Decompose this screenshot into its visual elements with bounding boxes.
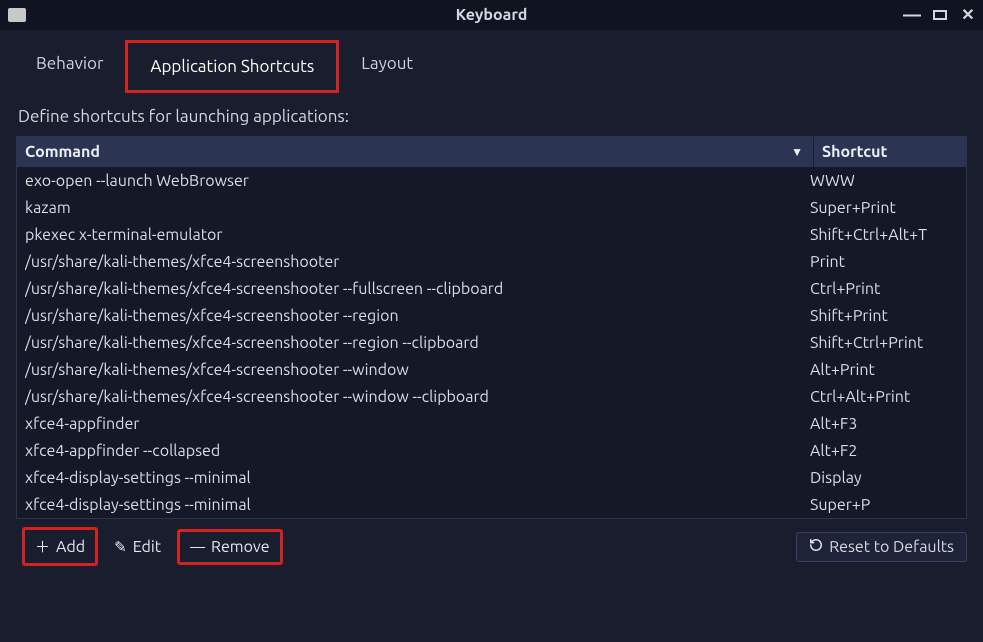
tab-behavior[interactable]: Behavior — [14, 40, 125, 93]
add-button[interactable]: ＋ Add — [22, 527, 98, 566]
command-cell: /usr/share/kali-themes/xfce4-screenshoot… — [25, 253, 810, 271]
window-control-buttons: — ✕ — [905, 8, 975, 22]
keyboard-app-icon — [8, 8, 26, 22]
shortcut-cell: Ctrl+Alt+Print — [810, 388, 958, 406]
table-row[interactable]: /usr/share/kali-themes/xfce4-screenshoot… — [17, 329, 966, 356]
command-cell: /usr/share/kali-themes/xfce4-screenshoot… — [25, 280, 810, 298]
column-header-shortcut[interactable]: Shortcut — [814, 137, 966, 167]
table-row[interactable]: /usr/share/kali-themes/xfce4-screenshoot… — [17, 275, 966, 302]
table-row[interactable]: kazamSuper+Print — [17, 194, 966, 221]
table-row[interactable]: /usr/share/kali-themes/xfce4-screenshoot… — [17, 248, 966, 275]
table-row[interactable]: /usr/share/kali-themes/xfce4-screenshoot… — [17, 356, 966, 383]
table-header: Command ▼ Shortcut — [17, 137, 966, 167]
shortcut-cell: Alt+F3 — [810, 415, 958, 433]
command-cell: exo-open --launch WebBrowser — [25, 172, 810, 190]
command-cell: kazam — [25, 199, 810, 217]
shortcut-cell: Display — [810, 469, 958, 487]
command-cell: /usr/share/kali-themes/xfce4-screenshoot… — [25, 334, 810, 352]
plus-icon: ＋ — [35, 536, 50, 557]
reset-button-label: Reset to Defaults — [829, 538, 954, 556]
table-rows: exo-open --launch WebBrowserWWWkazamSupe… — [17, 167, 966, 518]
sort-descending-icon: ▼ — [791, 145, 803, 159]
table-row[interactable]: /usr/share/kali-themes/xfce4-screenshoot… — [17, 383, 966, 410]
command-cell: /usr/share/kali-themes/xfce4-screenshoot… — [25, 388, 810, 406]
shortcut-cell: Shift+Print — [810, 307, 958, 325]
action-bar: ＋ Add ✎ Edit — Remove Reset to Defaults — [0, 519, 983, 574]
shortcut-cell: WWW — [810, 172, 958, 190]
table-row[interactable]: xfce4-appfinderAlt+F3 — [17, 410, 966, 437]
add-button-label: Add — [56, 538, 85, 556]
edit-button-label: Edit — [133, 538, 161, 556]
column-header-command[interactable]: Command ▼ — [17, 137, 814, 167]
edit-button[interactable]: ✎ Edit — [104, 532, 171, 562]
shortcut-cell: Ctrl+Print — [810, 280, 958, 298]
maximize-button[interactable] — [933, 10, 947, 20]
table-row[interactable]: /usr/share/kali-themes/xfce4-screenshoot… — [17, 302, 966, 329]
table-row[interactable]: xfce4-display-settings --minimalDisplay — [17, 464, 966, 491]
table-row[interactable]: pkexec x-terminal-emulatorShift+Ctrl+Alt… — [17, 221, 966, 248]
command-cell: xfce4-display-settings --minimal — [25, 496, 810, 514]
tab-application-shortcuts[interactable]: Application Shortcuts — [125, 40, 339, 93]
command-cell: xfce4-display-settings --minimal — [25, 469, 810, 487]
shortcut-cell: Shift+Ctrl+Alt+T — [810, 226, 958, 244]
remove-button-label: Remove — [211, 538, 270, 556]
close-button[interactable]: ✕ — [961, 8, 975, 22]
remove-button[interactable]: — Remove — [177, 529, 282, 565]
column-header-command-label: Command — [25, 143, 100, 161]
table-row[interactable]: xfce4-display-settings --minimalSuper+P — [17, 491, 966, 518]
titlebar: Keyboard — ✕ — [0, 0, 983, 30]
shortcut-cell: Alt+F2 — [810, 442, 958, 460]
reset-icon — [809, 538, 823, 556]
table-row[interactable]: xfce4-appfinder --collapsedAlt+F2 — [17, 437, 966, 464]
command-cell: xfce4-appfinder --collapsed — [25, 442, 810, 460]
shortcuts-table: Command ▼ Shortcut exo-open --launch Web… — [16, 136, 967, 519]
command-cell: /usr/share/kali-themes/xfce4-screenshoot… — [25, 307, 810, 325]
description: Define shortcuts for launching applicati… — [0, 93, 983, 136]
pencil-icon: ✎ — [114, 538, 127, 556]
tab-layout[interactable]: Layout — [339, 40, 435, 93]
table-row[interactable]: exo-open --launch WebBrowserWWW — [17, 167, 966, 194]
tabs: Behavior Application Shortcuts Layout — [0, 30, 983, 93]
shortcut-cell: Super+Print — [810, 199, 958, 217]
shortcut-cell: Super+P — [810, 496, 958, 514]
command-cell: /usr/share/kali-themes/xfce4-screenshoot… — [25, 361, 810, 379]
reset-to-defaults-button[interactable]: Reset to Defaults — [796, 532, 967, 562]
minus-icon: — — [190, 538, 205, 555]
shortcut-cell: Alt+Print — [810, 361, 958, 379]
shortcut-cell: Shift+Ctrl+Print — [810, 334, 958, 352]
shortcut-cell: Print — [810, 253, 958, 271]
minimize-button[interactable]: — — [905, 8, 919, 22]
command-cell: pkexec x-terminal-emulator — [25, 226, 810, 244]
command-cell: xfce4-appfinder — [25, 415, 810, 433]
window-title: Keyboard — [0, 6, 983, 24]
